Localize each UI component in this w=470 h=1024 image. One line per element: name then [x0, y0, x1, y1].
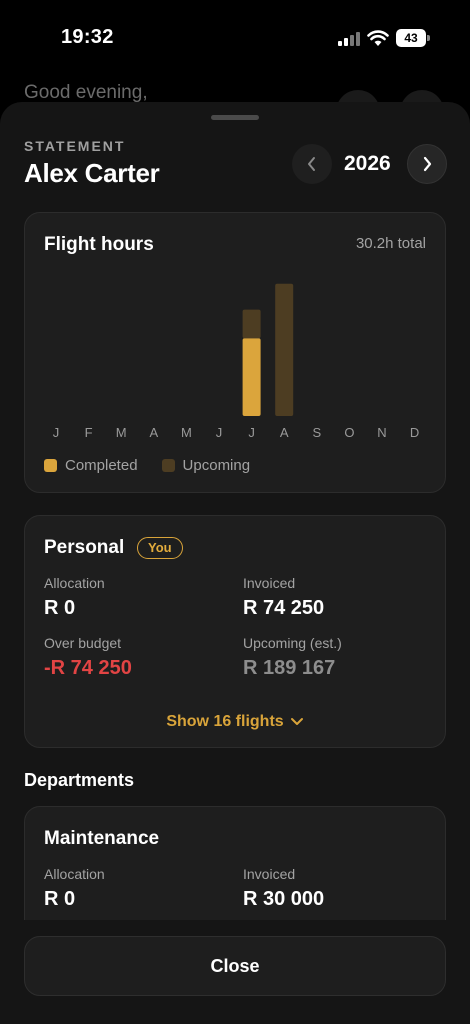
personal-card: Personal You Allocation R 0 Invoiced R 7… [24, 515, 446, 748]
x-tick-label: A [149, 425, 158, 440]
personal-allocation-value: R 0 [44, 597, 76, 619]
status-bar: 19:32 43 [0, 0, 470, 80]
personal-allocation-label: Allocation [44, 575, 105, 591]
x-tick-label: M [116, 425, 127, 440]
personal-upcoming-value: R 189 167 [243, 657, 336, 679]
previous-year-button[interactable] [292, 144, 332, 184]
personal-invoiced-value: R 74 250 [243, 597, 325, 619]
maintenance-allocation-value: R 0 [44, 888, 76, 910]
sheet-footer: Close [0, 920, 470, 1024]
show-flights-label: Show 16 flights [166, 713, 284, 730]
cellular-signal-icon [338, 32, 360, 46]
chart-legend: Completed Upcoming [44, 457, 274, 474]
close-button[interactable]: Close [24, 936, 446, 996]
maintenance-title: Maintenance [44, 828, 160, 849]
year-label: 2026 [344, 152, 391, 175]
personal-upcoming-label: Upcoming (est.) [243, 635, 342, 651]
bar-completed-6 [242, 338, 261, 416]
legend-swatch-completed [44, 459, 57, 472]
sheet-grabber[interactable] [211, 115, 259, 120]
statement-sheet: STATEMENT Alex Carter 2026 Flight hours … [0, 102, 470, 1024]
battery-level: 43 [396, 29, 426, 47]
status-time: 19:32 [61, 26, 114, 48]
chevron-left-icon [308, 157, 315, 171]
legend-item-upcoming: Upcoming [161, 457, 251, 474]
x-tick-label: J [53, 425, 60, 440]
sheet-overline: STATEMENT [24, 138, 126, 154]
legend-label-upcoming: Upcoming [182, 457, 251, 474]
x-tick-label: A [280, 425, 289, 440]
bar-upcoming-6 [242, 309, 261, 339]
x-tick-label: O [344, 425, 354, 440]
battery-icon: 43 [396, 29, 430, 47]
person-name: Alex Carter [24, 158, 160, 188]
x-tick-label: J [248, 425, 255, 440]
show-flights-button[interactable]: Show 16 flights [25, 713, 445, 731]
next-year-button[interactable] [407, 144, 447, 184]
x-tick-label: N [377, 425, 386, 440]
background-greeting: Good evening, [24, 82, 148, 103]
chevron-down-icon [290, 717, 303, 725]
maintenance-invoiced-value: R 30 000 [243, 888, 325, 910]
departments-title: Departments [24, 770, 135, 790]
wifi-icon [367, 30, 389, 46]
legend-swatch-upcoming [161, 459, 175, 472]
maintenance-invoiced-label: Invoiced [243, 866, 296, 882]
legend-item-completed: Completed [44, 457, 138, 474]
chevron-right-icon [423, 156, 432, 172]
you-badge: You [137, 537, 183, 559]
personal-over-budget-label: Over budget [44, 635, 122, 651]
x-tick-label: D [410, 425, 419, 440]
legend-label-completed: Completed [65, 457, 138, 474]
personal-over-budget-value: -R 74 250 [44, 657, 132, 679]
x-tick-label: M [181, 425, 192, 440]
x-tick-label: F [85, 425, 93, 440]
bar-upcoming-7 [275, 283, 294, 416]
maintenance-allocation-label: Allocation [44, 866, 105, 882]
personal-invoiced-label: Invoiced [243, 575, 296, 591]
personal-title: Personal [44, 537, 125, 558]
x-tick-label: J [216, 425, 223, 440]
flight-hours-card: Flight hours 30.2h total JFMAMJJASOND Co… [24, 212, 446, 493]
x-tick-label: S [312, 425, 321, 440]
flight-hours-chart: JFMAMJJASOND [53, 283, 419, 440]
